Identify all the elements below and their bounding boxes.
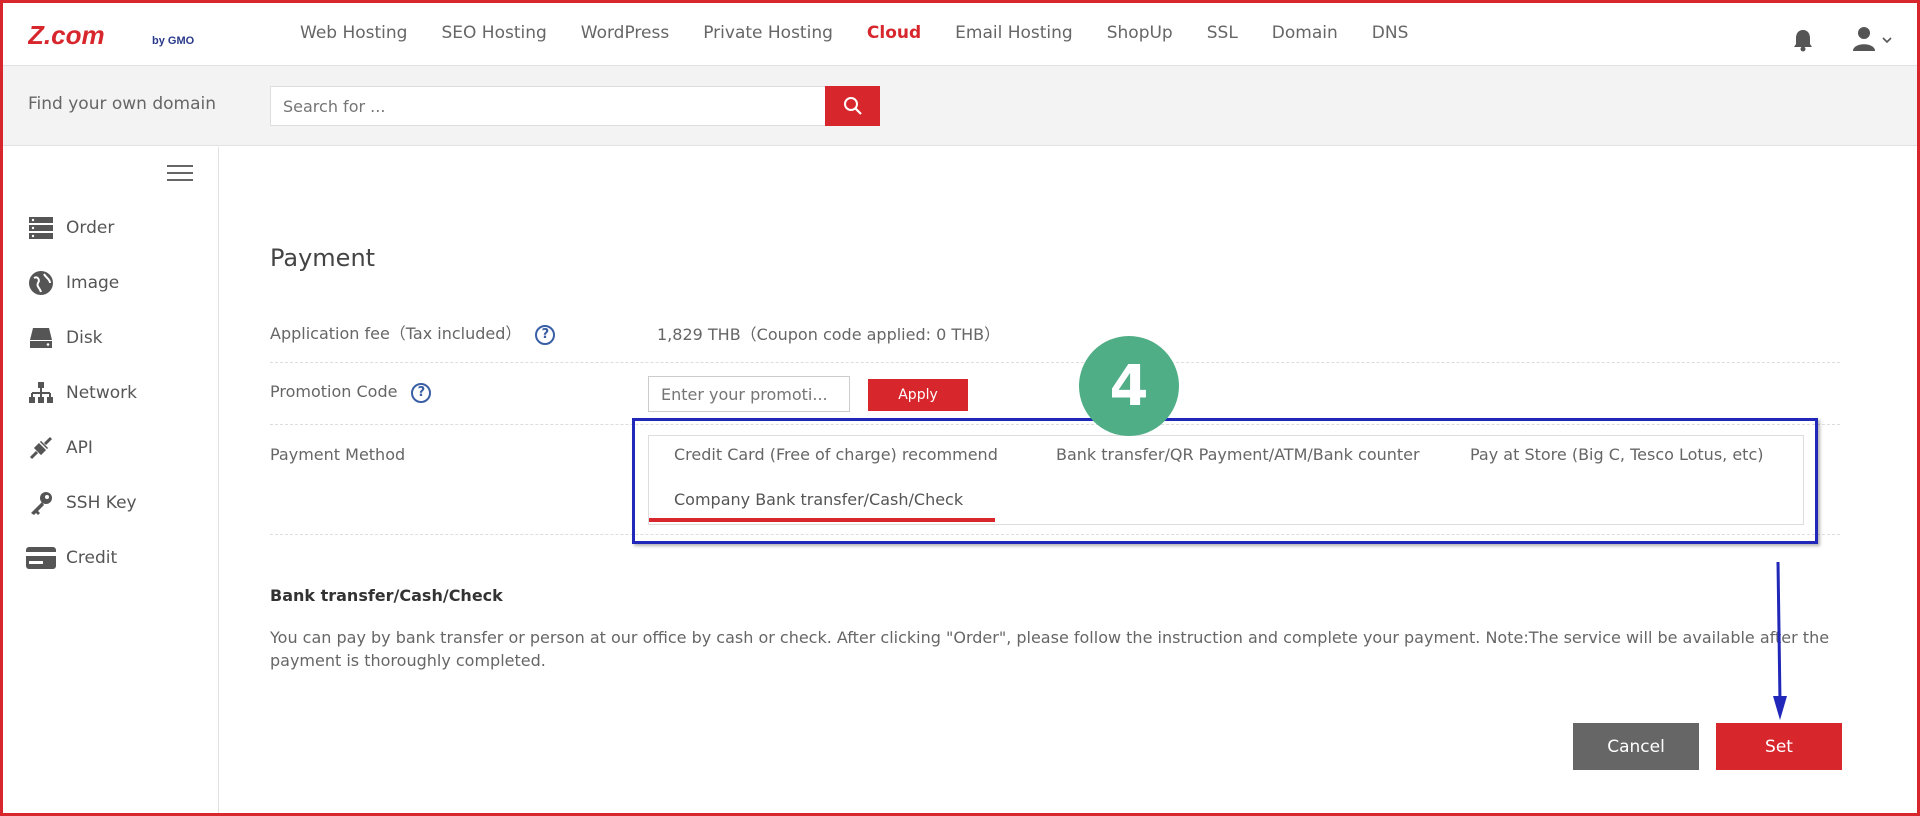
application-fee-value: 1,829 THB（Coupon code applied: 0 THB） <box>657 325 1001 344</box>
sidebar-item-label: Network <box>66 383 137 403</box>
nav-dns[interactable]: DNS <box>1372 23 1409 43</box>
sidebar-item-order[interactable]: Order <box>26 213 216 243</box>
domain-search-button[interactable] <box>825 86 880 126</box>
hamburger-menu-icon[interactable] <box>167 165 193 183</box>
zcom-logo[interactable]: Z.com by GMO <box>28 22 208 52</box>
step-number-badge: 4 <box>1079 336 1179 436</box>
api-icon <box>26 435 56 461</box>
page-title: Payment <box>270 244 376 272</box>
network-icon <box>26 380 56 406</box>
promotion-code-input[interactable] <box>648 376 850 412</box>
apply-button[interactable]: Apply <box>868 379 968 411</box>
credit-card-icon <box>26 545 56 571</box>
server-icon <box>26 215 56 241</box>
sidebar: Order Image Disk Network API SSH Key Cre… <box>0 147 219 816</box>
sidebar-item-api[interactable]: API <box>26 433 216 463</box>
logo-text: Z.com <box>28 22 105 50</box>
help-icon[interactable]: ? <box>535 324 556 345</box>
sidebar-item-label: API <box>66 438 93 458</box>
promotion-code-label: Promotion Code <box>270 382 398 401</box>
user-menu-icon[interactable] <box>1852 26 1892 52</box>
annotation-arrow-icon <box>1773 562 1787 720</box>
sidebar-item-label: SSH Key <box>66 493 137 513</box>
main-nav: Web Hosting SEO Hosting WordPress Privat… <box>300 0 1442 66</box>
sidebar-item-ssh-key[interactable]: SSH Key <box>26 488 216 518</box>
fee-label-row: Application fee（Tax included）? <box>270 320 556 345</box>
logo-suffix: by GMO <box>152 35 195 47</box>
set-button[interactable]: Set <box>1716 723 1842 770</box>
payment-detail-text: You can pay by bank transfer or person a… <box>270 628 1830 670</box>
divider <box>270 362 1840 363</box>
annotation-highlight-box <box>632 418 1818 544</box>
sidebar-item-image[interactable]: Image <box>26 268 216 298</box>
nav-ssl[interactable]: SSL <box>1207 23 1238 43</box>
nav-email-hosting[interactable]: Email Hosting <box>955 23 1073 43</box>
find-domain-label: Find your own domain <box>28 94 217 114</box>
nav-web-hosting[interactable]: Web Hosting <box>300 23 407 43</box>
payment-detail-title: Bank transfer/Cash/Check <box>270 586 503 605</box>
nav-domain[interactable]: Domain <box>1272 23 1338 43</box>
cancel-button[interactable]: Cancel <box>1573 723 1699 770</box>
payment-method-label: Payment Method <box>270 445 406 464</box>
sidebar-item-credit[interactable]: Credit <box>26 543 216 573</box>
nav-cloud[interactable]: Cloud <box>867 23 921 43</box>
key-icon <box>26 490 56 516</box>
sidebar-item-label: Image <box>66 273 120 293</box>
top-navbar: Z.com by GMO Web Hosting SEO Hosting Wor… <box>0 0 1920 66</box>
sidebar-item-disk[interactable]: Disk <box>26 323 216 353</box>
search-icon <box>843 97 862 115</box>
domain-search-bar: Find your own domain <box>0 66 1920 146</box>
application-fee-label: Application fee（Tax included） <box>270 324 522 343</box>
sidebar-item-label: Order <box>66 218 115 238</box>
nav-shopup[interactable]: ShopUp <box>1107 23 1173 43</box>
disk-icon <box>26 325 56 351</box>
globe-icon <box>26 270 56 296</box>
nav-wordpress[interactable]: WordPress <box>581 23 669 43</box>
bell-icon[interactable] <box>1792 28 1814 52</box>
nav-seo-hosting[interactable]: SEO Hosting <box>441 23 546 43</box>
sidebar-item-label: Disk <box>66 328 103 348</box>
promo-label-row: Promotion Code? <box>270 382 432 403</box>
sidebar-item-network[interactable]: Network <box>26 378 216 408</box>
nav-private-hosting[interactable]: Private Hosting <box>703 23 833 43</box>
help-icon[interactable]: ? <box>411 382 432 403</box>
sidebar-item-label: Credit <box>66 548 118 568</box>
domain-search-input[interactable] <box>270 86 826 126</box>
